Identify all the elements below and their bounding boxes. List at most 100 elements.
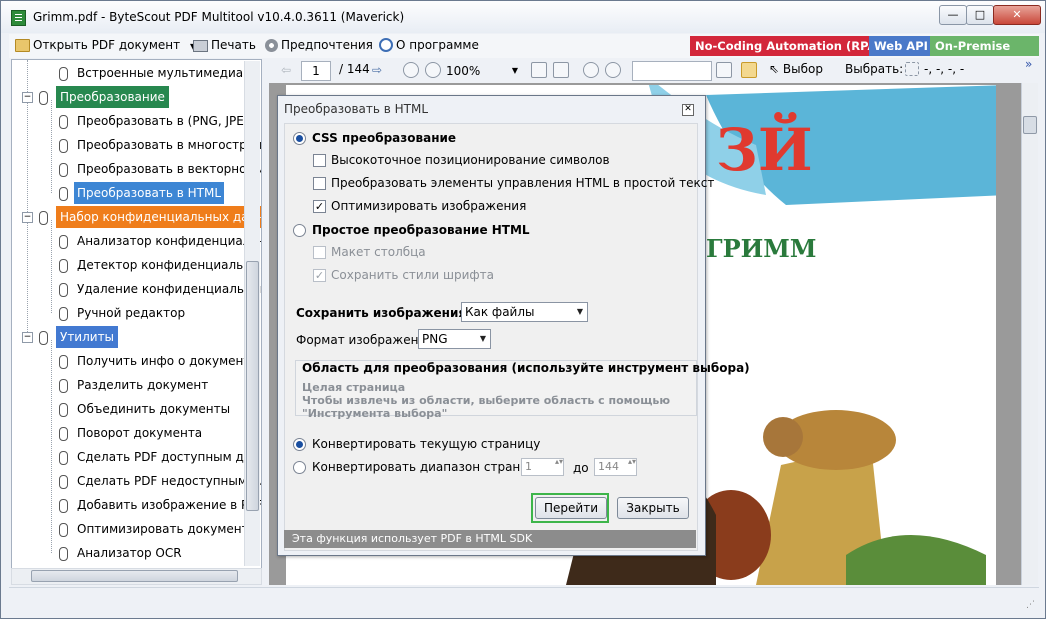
convert-current-label: Конвертировать текущую страницу [312,437,541,451]
paperclip-icon [59,307,68,321]
paperclip-icon [59,115,68,129]
paperclip-icon [59,499,68,513]
close-dialog-button[interactable]: Закрыть [617,497,689,519]
main-toolbar: Открыть PDF документ ▼ Печать Предпочтен… [9,34,1039,73]
dialog-panel: CSS преобразование Высокоточное позицион… [284,123,750,551]
tree-line [51,100,52,193]
resize-grip-icon[interactable]: ⋰ [1026,600,1035,610]
convert-range-radio[interactable] [293,461,306,474]
tree-item-label: Встроенные мультимедиа [77,66,244,80]
preferences-button[interactable]: Предпочтения [265,38,373,52]
go-button[interactable]: Перейти [535,497,607,519]
paperclip-icon [59,379,68,393]
image-format-label: Формат изображения [296,333,434,347]
web-api-badge-link[interactable]: Web API [869,36,933,56]
tree-group-label: Набор конфиденциальных данны [56,206,261,228]
tree-line [51,220,52,313]
chevron-down-icon: ▼ [511,66,518,75]
optimize-images-label: Оптимизировать изображения [331,199,527,213]
select-tool-button[interactable]: ⇖ Выбор [769,62,823,76]
app-icon [11,10,26,26]
select-label: Выбрать: [845,62,904,76]
overflow-chevron-icon[interactable]: » [1025,57,1032,71]
paperclip-icon [59,187,68,201]
paperclip-icon [59,67,68,81]
controls-plaintext-label: Преобразовать элементы управления HTML в… [331,176,715,190]
controls-plaintext-checkbox[interactable] [313,177,326,190]
column-layout-label: Макет столбца [331,245,426,259]
rotate-left-icon[interactable] [583,62,599,78]
about-button[interactable]: О программе [379,38,479,52]
selection-coords: -, -, -, - [924,62,965,76]
rpa-badge-link[interactable]: No-Coding Automation (RPA) [690,36,887,56]
paperclip-icon [59,355,68,369]
tree-item-label: Разделить документ [77,378,209,392]
window-title: Grimm.pdf - ByteScout PDF Multitool v10.… [33,10,405,24]
tree-item-label: Анализатор OCR [77,546,182,560]
gear-icon [265,39,278,52]
selection-rect-icon [905,62,919,76]
tree-item-label: Удаление конфиденциальных [77,282,262,296]
zoom-in-icon[interactable] [425,62,441,78]
range-to-input[interactable]: 144 [594,457,637,476]
keep-font-styles-checkbox[interactable]: ✓ [313,269,326,282]
char-positioning-label: Высокоточное позиционирование символов [331,153,610,167]
open-pdf-button[interactable]: Открыть PDF документ ▼ [15,38,196,52]
sidebar-scroll-thumb[interactable] [246,261,259,511]
minimize-button[interactable]: — [939,5,967,25]
single-page-icon[interactable] [531,62,547,78]
convert-current-radio[interactable] [293,438,306,451]
image-format-select[interactable]: PNG [418,329,491,349]
search-input[interactable] [632,61,712,81]
collapse-icon[interactable]: − [22,92,33,103]
paperclip-icon [59,283,68,297]
save-images-value: Как файлы [465,305,535,319]
next-page-icon[interactable]: ⇨ [372,63,386,77]
document-vertical-scrollbar[interactable] [1021,83,1038,585]
zoom-value: 100% [446,64,481,78]
prev-page-icon[interactable]: ⇦ [281,63,295,77]
page-total: / 144 [339,62,370,76]
convert-range-label: Конвертировать диапазон страниц от [312,460,555,474]
collapse-icon[interactable]: − [22,212,33,223]
tree-item-label: Поворот документа [77,426,203,440]
optimize-images-checkbox[interactable]: ✓ [313,200,326,213]
rotate-right-icon[interactable] [605,62,621,78]
image-format-value: PNG [422,332,448,346]
tree-group-label: Утилиты [56,326,119,348]
char-positioning-checkbox[interactable] [313,154,326,167]
folder-open-icon [15,39,30,52]
sidebar-hscroll-thumb[interactable] [31,570,238,582]
binoculars-icon[interactable] [716,62,732,78]
maximize-button[interactable]: □ [966,5,994,25]
paperclip-icon [59,259,68,273]
zoom-out-icon[interactable] [403,62,419,78]
css-mode-radio[interactable] [293,132,306,145]
tools-tree: Встроенные мультимедиа − Преобразование … [11,59,262,570]
conversion-area-title: Область для преобразования (используйте … [302,361,750,375]
dialog-close-icon[interactable]: ✕ [682,104,694,116]
save-images-select[interactable]: Как файлы [461,302,588,322]
preferences-label: Предпочтения [281,38,373,52]
sdk-badge-link[interactable]: On-Premise SDK [930,36,1039,73]
fit-page-icon[interactable] [553,62,569,78]
page-number-input[interactable]: 1 [301,61,331,81]
status-bar: ⋰ [9,587,1039,612]
range-from-input[interactable]: 1 [521,457,564,476]
tree-item-label: Детектор конфиденциальных д [77,258,262,272]
paperclip-icon [39,91,48,105]
paperclip-icon [59,547,68,561]
column-layout-checkbox[interactable] [313,246,326,259]
print-button[interactable]: Печать [193,38,256,52]
close-button[interactable]: ✕ [993,5,1041,25]
simple-mode-radio[interactable] [293,224,306,237]
tree-item-label: Получить инфо о документе [77,354,258,368]
keep-font-styles-label: Сохранить стили шрифта [331,268,494,282]
tree-item-label: Анализатор конфиденциальных [77,234,262,248]
collapse-icon[interactable]: − [22,332,33,343]
zoom-select[interactable]: 100% ▼ [445,61,521,81]
cursor-icon: ⇖ [769,62,780,76]
about-label: О программе [396,38,479,52]
document-scroll-thumb[interactable] [1023,116,1037,134]
hand-tool-icon[interactable] [741,62,757,78]
